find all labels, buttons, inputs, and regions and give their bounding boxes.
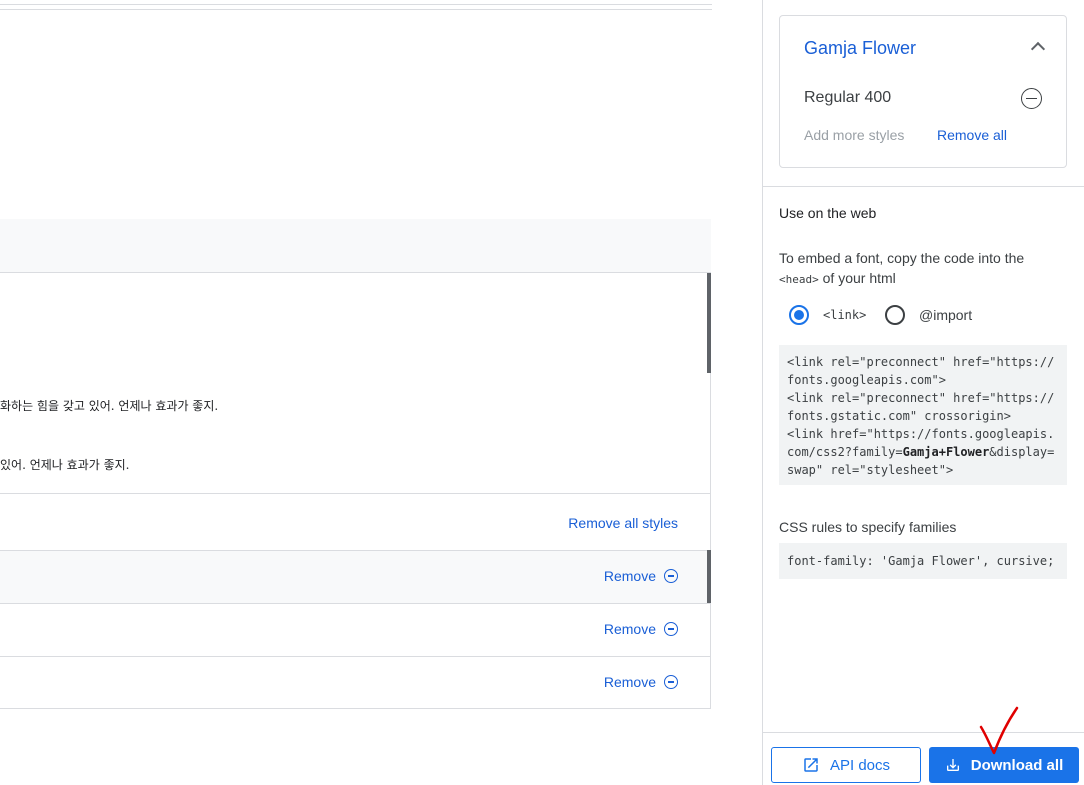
panel-header (0, 219, 711, 273)
code-line: fonts.gstatic.com" crossorigin> (787, 409, 1011, 423)
remove-all-button[interactable]: Remove all (937, 127, 1007, 143)
code-line: swap" rel="stylesheet"> (787, 463, 954, 477)
open-in-new-icon (804, 758, 818, 772)
add-more-styles-link[interactable]: Add more styles (804, 127, 904, 143)
code-fragment: com/css2?family= (787, 445, 903, 459)
code-line: com/css2?family=Gamja+Flower&display= (787, 443, 1059, 461)
minus-circle-icon (664, 569, 678, 583)
code-line: <link rel="preconnect" href="https:// (787, 391, 1055, 405)
selected-style-label: Regular 400 (804, 89, 892, 106)
preview-text-line: 화하는 힘을 갖고 있어. 언제나 효과가 좋지. (0, 399, 219, 413)
css-rule-text: font-family: 'Gamja Flower', cursive; (787, 554, 1055, 568)
radio-link[interactable] (789, 305, 809, 325)
embed-desc-tag: <head> (779, 273, 819, 286)
preview-text-line: 있어. 언제나 효과가 좋지. (0, 458, 130, 472)
remove-style-button[interactable]: Remove (604, 568, 678, 584)
remove-style-button[interactable]: Remove (604, 621, 678, 637)
remove-all-styles-button[interactable]: Remove all styles (568, 515, 678, 531)
use-on-web-heading: Use on the web (779, 205, 877, 221)
family-name[interactable]: Gamja Flower (804, 38, 916, 59)
code-fragment: &display= (989, 445, 1055, 459)
code-line: fonts.googleapis.com"> (787, 373, 946, 387)
styles-scrollbar[interactable] (707, 550, 711, 603)
code-line: <link rel="preconnect" href="https:// (787, 355, 1055, 369)
api-docs-button[interactable]: API docs (771, 747, 921, 783)
radio-import[interactable] (885, 305, 905, 325)
embed-desc-suffix: of your html (822, 270, 896, 286)
divider (0, 493, 711, 494)
download-all-label: Download all (970, 756, 1064, 774)
remove-style-icon[interactable] (1021, 88, 1042, 109)
remove-label: Remove (603, 568, 656, 584)
embed-desc-prefix: To embed a font, copy the code into the (779, 250, 1025, 266)
remove-style-button[interactable]: Remove (604, 674, 678, 690)
remove-label: Remove (603, 621, 656, 637)
embed-description: To embed a font, copy the code into the … (779, 248, 1069, 290)
divider (763, 186, 1084, 187)
css-rule-block[interactable]: font-family: 'Gamja Flower', cursive; (779, 543, 1067, 579)
remove-label: Remove (603, 674, 656, 690)
divider (763, 732, 1084, 733)
minus-circle-icon (664, 622, 678, 636)
download-icon (946, 759, 959, 771)
embed-code-block[interactable]: <link rel="preconnect" href="https:// fo… (779, 345, 1067, 485)
header-divider (0, 4, 712, 10)
minus-circle-icon (664, 675, 678, 689)
code-line: <link href="https://fonts.googleapis. (787, 427, 1055, 441)
code-family-bold: Gamja+Flower (902, 445, 990, 459)
radio-link-label[interactable]: <link> (823, 308, 866, 322)
api-docs-label: API docs (829, 756, 891, 774)
radio-import-label[interactable]: @import (919, 307, 972, 323)
css-rules-heading: CSS rules to specify families (779, 519, 957, 535)
red-checkmark-annotation (979, 706, 1019, 755)
preview-scrollbar[interactable] (707, 273, 711, 373)
